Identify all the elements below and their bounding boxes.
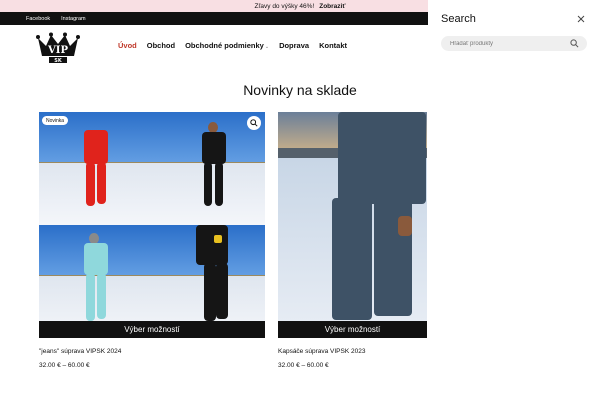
logo-subtext: SK — [54, 58, 63, 64]
facebook-link[interactable]: Facebook — [26, 16, 50, 22]
product-photo — [152, 112, 265, 225]
nav-item-obchod[interactable]: Obchod — [147, 41, 175, 50]
search-panel — [428, 0, 600, 400]
search-icon[interactable] — [570, 39, 579, 48]
page: Zľavy do výšky 46%! Zobraziť Facebook In… — [0, 0, 600, 400]
chevron-down-icon: ⌄ — [264, 44, 270, 50]
new-badge: Novinka — [42, 116, 69, 125]
instagram-link[interactable]: Instagram — [61, 16, 85, 22]
nav-item-doprava[interactable]: Doprava — [279, 41, 309, 50]
announcement-cta-link[interactable]: Zobraziť — [319, 3, 345, 10]
nav-item-label: Obchodné podmienky — [185, 41, 264, 50]
product-image[interactable] — [278, 112, 427, 338]
search-panel-title: Search — [441, 13, 476, 25]
select-options-button[interactable]: Výber možností — [39, 321, 265, 338]
zoom-button[interactable] — [247, 116, 261, 130]
announcement-text: Zľavy do výšky 46%! — [254, 2, 315, 10]
product-price: 32.00 € – 60.00 € — [39, 362, 90, 369]
nav-item-kontakt[interactable]: Kontakt — [319, 41, 347, 50]
select-options-button[interactable]: Výber možností — [278, 321, 427, 338]
nav-item-uvod[interactable]: Úvod — [118, 41, 137, 50]
logo-text: VIP — [47, 45, 68, 56]
social-bar: Facebook Instagram — [0, 12, 428, 25]
vip-logo[interactable]: VIP SK — [36, 32, 80, 64]
product-title[interactable]: "jeans" súprava VIPSK 2024 — [39, 348, 121, 355]
product-title[interactable]: Kapsáče súprava VIPSK 2023 — [278, 348, 365, 355]
close-icon[interactable] — [576, 14, 586, 24]
product-price: 32.00 € – 60.00 € — [278, 362, 329, 369]
search-icon — [250, 119, 258, 127]
section-title: Novinky na sklade — [243, 82, 357, 98]
search-input[interactable] — [441, 36, 587, 51]
product-photo — [39, 112, 152, 225]
product-image[interactable] — [39, 112, 265, 338]
main-nav: Úvod Obchod Obchodné podmienky⌄ Doprava … — [118, 41, 347, 50]
nav-item-obchodne-podmienky[interactable]: Obchodné podmienky⌄ — [185, 41, 269, 50]
